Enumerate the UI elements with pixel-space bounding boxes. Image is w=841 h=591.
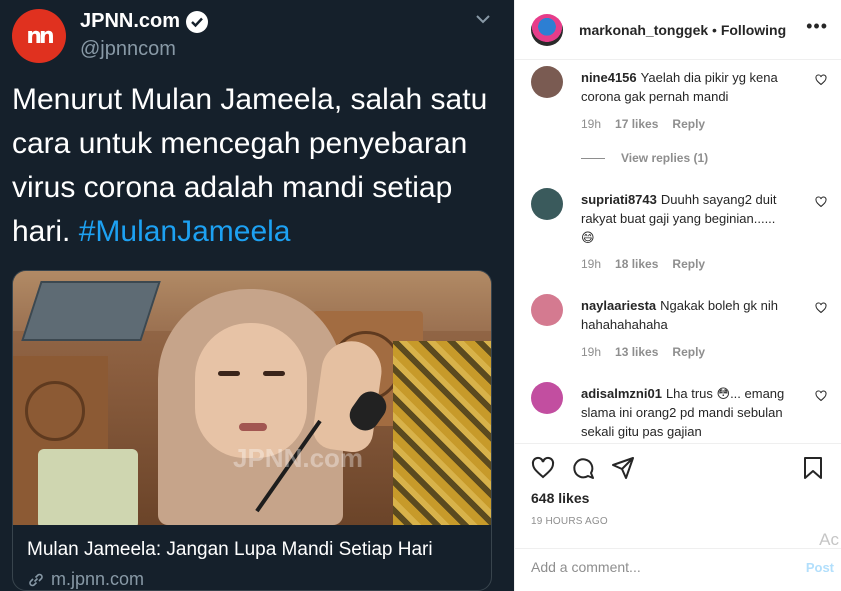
- reply-button[interactable]: Reply: [672, 257, 705, 271]
- tweet-text: Menurut Mulan Jameela, salah satu cara u…: [12, 78, 492, 254]
- tweet-name-text: JPNN.com: [80, 10, 181, 32]
- header-separator: •: [708, 22, 721, 38]
- tweet-display-name: JPNN.com: [80, 10, 209, 33]
- view-replies[interactable]: View replies (1): [581, 151, 708, 165]
- chair: [38, 449, 138, 525]
- face: [195, 323, 307, 458]
- comment-icon[interactable]: [571, 456, 595, 480]
- commenter-avatar[interactable]: [531, 188, 563, 220]
- verified-badge-icon: [186, 10, 209, 33]
- reply-button[interactable]: Reply: [672, 117, 705, 131]
- author-username[interactable]: markonah_tonggek: [579, 22, 708, 38]
- reply-button[interactable]: Reply: [672, 345, 705, 359]
- comment-meta: 19h 13 likes Reply: [581, 345, 705, 359]
- card-link-text: m.jpnn.com: [51, 569, 145, 589]
- following-button[interactable]: Following: [721, 22, 786, 38]
- bookmark-icon[interactable]: [802, 456, 824, 480]
- post-time[interactable]: 19 HOURS AGO: [531, 516, 608, 527]
- tweet-hashtag: #MulanJameela: [78, 215, 291, 248]
- comment-time[interactable]: 19h: [581, 117, 601, 131]
- instagram-post-panel: markonah_tonggek • Following ••• nine415…: [514, 0, 841, 591]
- replies-line: [581, 157, 605, 159]
- commenter-username[interactable]: nine4156: [581, 70, 637, 85]
- comments-list[interactable]: nine4156 Yaelah dia pikir yg kena corona …: [515, 60, 841, 443]
- card-link: m.jpnn.com: [27, 569, 144, 590]
- view-replies-text[interactable]: View replies (1): [621, 151, 708, 165]
- news-photo: JPNN.com: [13, 271, 491, 525]
- comment-emoji: 😄: [581, 230, 595, 245]
- comment-body: supriati8743 Duuhh sayang2 duit rakyat bu…: [581, 190, 809, 247]
- comment-like-icon[interactable]: [815, 74, 827, 86]
- activate-windows-overlay: Ac: [819, 530, 839, 549]
- link-icon: [29, 573, 43, 586]
- user-avatar[interactable]: [531, 14, 563, 46]
- comment-likes[interactable]: 17 likes: [615, 117, 658, 131]
- post-author: markonah_tonggek • Following: [579, 22, 786, 38]
- commenter-avatar[interactable]: [531, 382, 563, 414]
- commenter-username[interactable]: naylaariesta: [581, 298, 656, 313]
- laptop-shape: [21, 281, 161, 341]
- comment-meta: 19h 17 likes Reply: [581, 117, 705, 131]
- comment-meta: 19h 18 likes Reply: [581, 257, 705, 271]
- commenter-username[interactable]: adisalmzni01: [581, 386, 662, 401]
- comment-like-icon[interactable]: [815, 302, 827, 314]
- comment-input[interactable]: [531, 559, 771, 575]
- comment-time[interactable]: 19h: [581, 345, 601, 359]
- photo-watermark: JPNN.com: [233, 443, 364, 473]
- comment-body: naylaariesta Ngakak boleh gk nih hahahaha…: [581, 296, 809, 334]
- comment-likes[interactable]: 13 likes: [615, 345, 658, 359]
- post-comment-button[interactable]: Post: [806, 560, 834, 575]
- comment-like-icon[interactable]: [815, 196, 827, 208]
- share-icon[interactable]: [611, 456, 635, 480]
- link-card: JPNN.com Mulan Jameela: Jangan Lupa Mand…: [12, 270, 492, 591]
- commenter-avatar[interactable]: [531, 294, 563, 326]
- comment-body: adisalmzni01 Lha trus 😳... emang slama in…: [581, 384, 809, 441]
- post-actions: 648 likes 19 HOURS AGO: [515, 443, 841, 548]
- jpnn-logo: nn: [26, 23, 54, 49]
- tweet-screenshot: nn JPNN.com @jpnncom Menurut Mulan Jamee…: [0, 0, 514, 591]
- comment-body: nine4156 Yaelah dia pikir yg kena corona …: [581, 68, 809, 106]
- heart-icon[interactable]: [531, 456, 555, 480]
- comment-time[interactable]: 19h: [581, 257, 601, 271]
- tweet-handle: @jpnncom: [80, 38, 176, 60]
- batik-shirt: [393, 341, 491, 525]
- card-title: Mulan Jameela: Jangan Lupa Mandi Setiap …: [27, 539, 433, 560]
- chevron-down-icon: [474, 10, 492, 33]
- jpnn-avatar: nn: [12, 9, 66, 63]
- comment-likes[interactable]: 18 likes: [615, 257, 658, 271]
- post-header: markonah_tonggek • Following •••: [515, 0, 841, 60]
- more-options-icon[interactable]: •••: [806, 16, 828, 37]
- commenter-username[interactable]: supriati8743: [581, 192, 657, 207]
- add-comment-bar: Post: [515, 548, 841, 591]
- comment-like-icon[interactable]: [815, 390, 827, 402]
- likes-count[interactable]: 648 likes: [531, 490, 589, 506]
- commenter-avatar[interactable]: [531, 66, 563, 98]
